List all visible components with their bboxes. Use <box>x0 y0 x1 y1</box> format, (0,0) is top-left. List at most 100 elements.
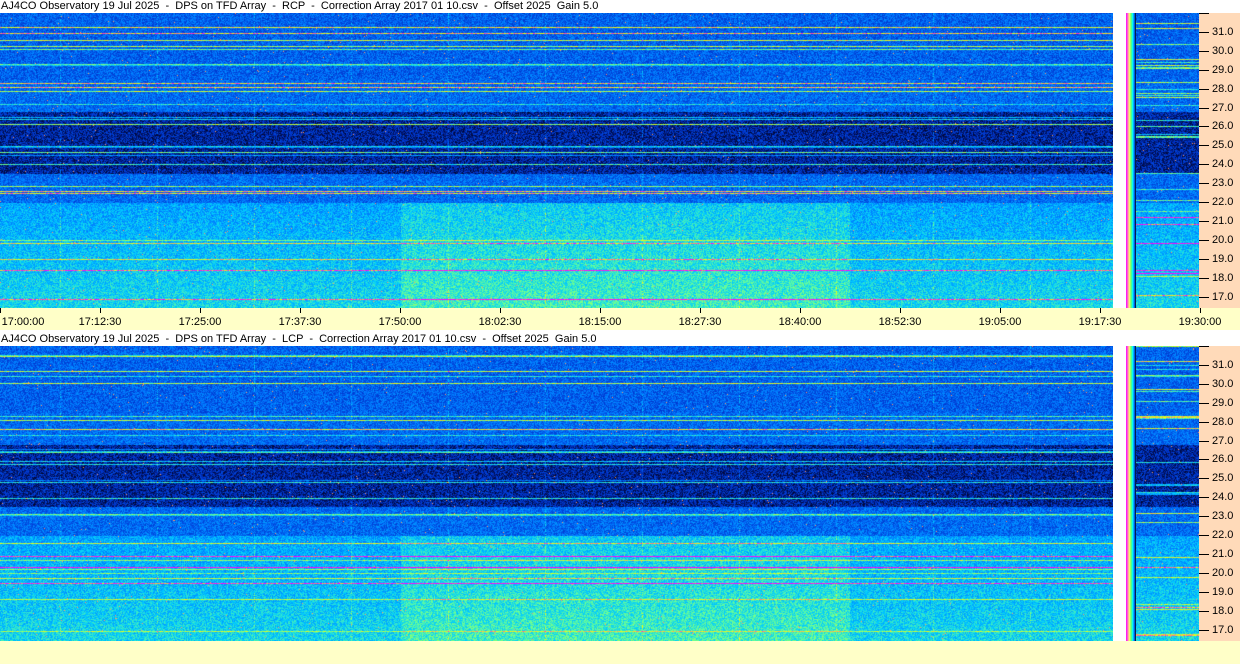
y-tick <box>1199 591 1209 593</box>
y-tick <box>1199 610 1209 612</box>
spectrogram-lcp <box>0 346 1113 641</box>
x-tick-label: 17:00:00 <box>1 316 45 328</box>
gap <box>1113 346 1126 641</box>
x-tick <box>1100 308 1101 313</box>
x-tick <box>400 308 401 313</box>
title-rcp: AJ4CO Observatory 19 Jul 2025 - DPS on T… <box>0 0 1240 13</box>
y-tick-label: 25.0 <box>1212 472 1234 485</box>
x-tick-label: 17:50:00 <box>378 316 422 328</box>
x-tick-label: 19:17:30 <box>1078 316 1122 328</box>
y-tick <box>1199 516 1209 518</box>
y-tick <box>1199 13 1209 14</box>
y-tick <box>1199 50 1209 52</box>
x-tick <box>600 308 601 313</box>
time-axis: 17:00:00 17:12:30 17:25:00 17:37:30 17:50:00… <box>0 308 1240 330</box>
y-tick <box>1199 629 1209 631</box>
y-tick-label: 21.0 <box>1212 215 1234 227</box>
x-tick <box>300 308 301 313</box>
y-tick <box>1199 383 1209 385</box>
x-tick <box>100 308 101 313</box>
y-tick-label: 28.0 <box>1212 415 1234 428</box>
y-tick-label: 21.0 <box>1212 548 1234 560</box>
y-tick-label: 28.0 <box>1212 82 1234 95</box>
y-tick-label: 27.0 <box>1212 434 1234 447</box>
y-tick <box>1199 364 1209 366</box>
spectrum-strip-lcp <box>1136 346 1199 641</box>
y-tick <box>1199 145 1209 147</box>
y-tick-label: 20.0 <box>1212 566 1234 579</box>
x-tick-label: 18:27:30 <box>678 316 722 328</box>
x-tick <box>800 308 801 313</box>
y-tick <box>1199 421 1209 423</box>
x-tick <box>500 308 501 313</box>
x-tick-label: 19:30:00 <box>1178 316 1222 328</box>
x-tick <box>200 308 201 313</box>
x-tick-label: 18:40:00 <box>778 316 822 328</box>
y-tick-label: 19.0 <box>1212 585 1234 598</box>
y-tick-label: 24.0 <box>1212 491 1234 504</box>
x-tick-label: 18:52:30 <box>878 316 922 328</box>
y-tick-label: 26.0 <box>1212 120 1234 133</box>
y-tick-label: 17.0 <box>1212 623 1234 636</box>
frequency-axis-rcp: 31.0 30.0 29.0 28.0 27.0 26.0 25.0 24.0 23.0 22.0… <box>1199 13 1240 308</box>
y-tick-label: 23.0 <box>1212 510 1234 523</box>
x-tick-label: 18:15:00 <box>578 316 622 328</box>
x-tick <box>700 308 701 313</box>
y-tick <box>1199 535 1209 537</box>
y-tick <box>1199 221 1209 222</box>
x-tick <box>900 308 901 313</box>
y-tick <box>1199 277 1209 279</box>
y-tick-label: 27.0 <box>1212 101 1234 114</box>
frequency-axis-lcp: 31.0 30.0 29.0 28.0 27.0 26.0 25.0 24.0 23.0 22.0… <box>1199 346 1240 641</box>
y-tick-label: 31.0 <box>1212 358 1234 371</box>
y-tick-label: 31.0 <box>1212 25 1234 38</box>
y-tick <box>1199 497 1209 499</box>
gap <box>1113 13 1126 308</box>
y-tick-label: 26.0 <box>1212 453 1234 466</box>
x-tick-label: 18:02:30 <box>478 316 522 328</box>
y-tick <box>1199 183 1209 185</box>
color-scale <box>1126 346 1136 641</box>
y-tick <box>1199 88 1209 90</box>
y-tick <box>1199 202 1209 204</box>
y-tick <box>1199 346 1209 347</box>
x-tick-label: 19:05:00 <box>978 316 1022 328</box>
x-tick-label: 17:12:30 <box>78 316 122 328</box>
y-tick <box>1199 126 1209 128</box>
y-tick <box>1199 164 1209 166</box>
y-tick-label: 17.0 <box>1212 290 1234 303</box>
y-tick <box>1199 69 1209 71</box>
time-axis-bottom <box>0 641 1240 664</box>
y-tick <box>1199 459 1209 461</box>
y-tick <box>1199 572 1209 574</box>
y-tick <box>1199 239 1209 241</box>
y-tick-label: 22.0 <box>1212 529 1234 542</box>
y-tick <box>1199 554 1209 555</box>
y-tick-label: 29.0 <box>1212 63 1234 76</box>
y-tick <box>1199 31 1209 33</box>
y-tick-label: 20.0 <box>1212 233 1234 246</box>
y-tick-label: 23.0 <box>1212 177 1234 190</box>
y-tick <box>1199 296 1209 298</box>
x-tick <box>1000 308 1001 313</box>
y-tick-label: 30.0 <box>1212 377 1234 390</box>
y-tick-label: 24.0 <box>1212 158 1234 171</box>
y-tick-label: 18.0 <box>1212 271 1234 284</box>
x-tick <box>1200 308 1201 313</box>
x-tick-label: 17:25:00 <box>178 316 222 328</box>
y-tick-label: 30.0 <box>1212 44 1234 57</box>
spectrogram-rcp <box>0 13 1113 308</box>
y-tick-label: 19.0 <box>1212 252 1234 265</box>
y-tick-label: 22.0 <box>1212 196 1234 209</box>
y-tick-label: 18.0 <box>1212 604 1234 617</box>
x-tick-label: 17:37:30 <box>278 316 322 328</box>
y-tick <box>1199 478 1209 480</box>
y-tick <box>1199 258 1209 260</box>
y-tick-label: 29.0 <box>1212 396 1234 409</box>
y-tick <box>1199 402 1209 404</box>
y-tick <box>1199 440 1209 442</box>
spectrum-strip-rcp <box>1136 13 1199 308</box>
y-tick <box>1199 107 1209 109</box>
x-tick <box>0 308 1 313</box>
title-lcp: AJ4CO Observatory 19 Jul 2025 - DPS on T… <box>0 333 1240 346</box>
